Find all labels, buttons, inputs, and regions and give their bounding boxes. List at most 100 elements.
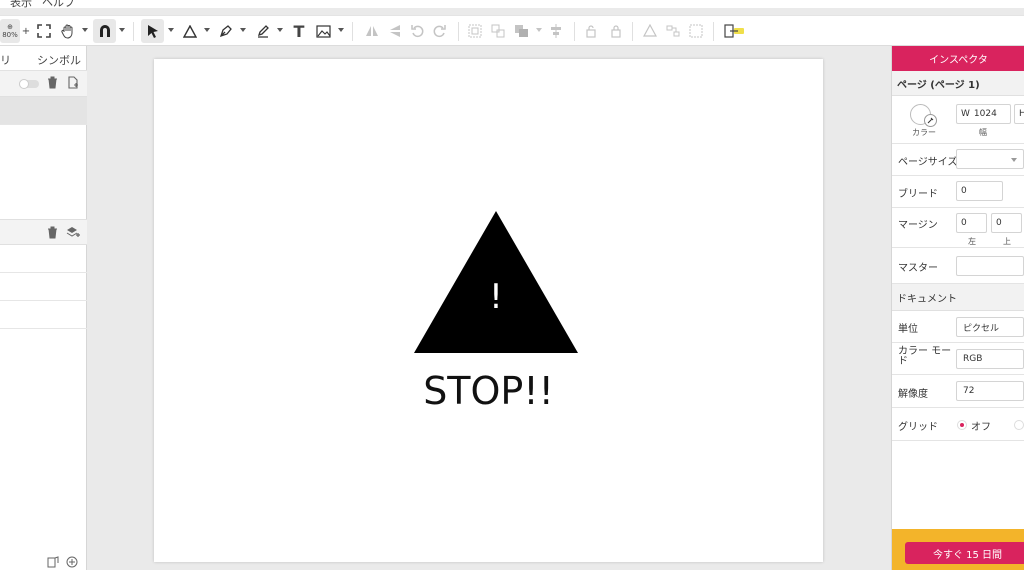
image-tool-icon[interactable]	[313, 21, 333, 41]
bleed-row: ブリード 0	[892, 176, 1024, 208]
boolean-icon[interactable]	[640, 21, 660, 41]
unit-select[interactable]: ピクセル	[956, 317, 1024, 337]
magnet-icon[interactable]	[93, 21, 116, 41]
snap-dropdown[interactable]	[119, 28, 125, 32]
width-value: 1024	[973, 109, 997, 119]
width-caption: 幅	[979, 128, 987, 137]
export-icon[interactable]	[722, 21, 748, 41]
canvas-page[interactable]: ! STOP!!	[154, 59, 823, 562]
grid-off-radio[interactable]	[957, 420, 967, 430]
tab-symbol[interactable]: シンボル	[37, 52, 81, 68]
select-arrow-icon[interactable]	[141, 21, 164, 41]
unlock-icon[interactable]	[605, 21, 625, 41]
color-mode-row: カラー モード RGB	[892, 343, 1024, 375]
tab-inspector[interactable]: インスペクタ	[892, 46, 1024, 71]
layer-item[interactable]	[0, 301, 87, 329]
page-size-label: ページサイズ	[898, 157, 958, 168]
fit-screen-icon[interactable]	[34, 21, 54, 41]
select-dropdown[interactable]	[168, 28, 174, 32]
ungroup-icon[interactable]	[488, 21, 508, 41]
page-list-toolbar	[0, 71, 87, 97]
rotate-right-icon[interactable]	[430, 21, 450, 41]
flip-horizontal-icon[interactable]	[362, 21, 382, 41]
rotate-left-icon[interactable]	[407, 21, 427, 41]
zoom-icon: ⊕	[7, 23, 13, 31]
toolbar-separator	[133, 22, 134, 41]
toolbar-separator	[458, 22, 459, 41]
master-row: マスター	[892, 248, 1024, 284]
add-layer-icon[interactable]	[66, 226, 80, 242]
pencil-tool-icon[interactable]	[253, 21, 273, 41]
page-height-field[interactable]: H	[1014, 104, 1024, 124]
color-mode-select[interactable]: RGB	[956, 349, 1024, 369]
warning-exclaim: !	[489, 277, 503, 317]
toolbar-separator	[713, 22, 714, 41]
bleed-input[interactable]: 0	[956, 181, 1003, 201]
trial-button[interactable]: 今すぐ 15 日間	[905, 542, 1024, 564]
master-select[interactable]	[956, 256, 1024, 276]
shape-triangle-icon[interactable]	[180, 21, 200, 41]
menu-help[interactable]: ヘルプ	[42, 0, 75, 10]
resolution-label: 解像度	[898, 389, 928, 400]
arrange-icon[interactable]	[511, 21, 531, 41]
toolbar-separator	[632, 22, 633, 41]
page-size-row: ページサイズ	[892, 144, 1024, 176]
grid-on-radio[interactable]	[1014, 420, 1024, 430]
pen-dropdown[interactable]	[240, 28, 246, 32]
layer-list-toolbar	[0, 219, 87, 245]
arrange-dropdown[interactable]	[536, 28, 542, 32]
zoom-button[interactable]: ⊕ 80%	[0, 20, 20, 42]
text-tool-icon[interactable]: T	[289, 21, 309, 41]
hand-tool-dropdown[interactable]	[82, 28, 88, 32]
pencil-dropdown[interactable]	[277, 28, 283, 32]
add-circle-icon[interactable]	[66, 556, 78, 570]
visibility-toggle[interactable]	[19, 79, 39, 89]
hand-tool-icon[interactable]	[58, 21, 78, 41]
document-section-header: ドキュメント	[892, 284, 1024, 311]
mask-icon[interactable]	[686, 21, 706, 41]
resolution-row: 解像度 72	[892, 375, 1024, 408]
flip-vertical-icon[interactable]	[385, 21, 405, 41]
width-prefix: W	[961, 109, 970, 119]
margin-left-input[interactable]: 0	[956, 213, 987, 233]
zoom-in-button[interactable]: +	[21, 21, 31, 41]
color-caption: カラー	[912, 128, 936, 137]
tab-library[interactable]: リ	[0, 52, 11, 68]
align-icon[interactable]	[546, 21, 566, 41]
page-width-field[interactable]: W 1024	[956, 104, 1011, 124]
lock-icon[interactable]	[582, 21, 602, 41]
left-panel-tabs: リ シンボル	[0, 46, 87, 71]
page-color-size-row: カラー W 1024 幅 H	[892, 96, 1024, 144]
resolution-input[interactable]: 72	[956, 381, 1024, 401]
bleed-label: ブリード	[898, 189, 938, 200]
add-symbol-icon[interactable]	[47, 556, 60, 570]
delete-page-icon[interactable]	[47, 76, 58, 92]
unit-label: 単位	[898, 324, 918, 335]
page-size-select[interactable]	[956, 149, 1024, 169]
trial-banner: 今すぐ 15 日間	[892, 529, 1024, 570]
master-label: マスター	[898, 263, 938, 274]
path-ops-icon[interactable]	[663, 21, 683, 41]
margin-top-input[interactable]: 0	[991, 213, 1022, 233]
menu-view[interactable]: 表示	[10, 0, 32, 10]
delete-layer-icon[interactable]	[47, 226, 58, 242]
layer-item[interactable]	[0, 245, 87, 273]
menu-bar: 表示 ヘルプ	[0, 0, 1024, 10]
add-page-icon[interactable]	[67, 76, 79, 92]
color-mode-label: カラー モード	[898, 346, 952, 367]
page-list-item-selected[interactable]	[0, 97, 87, 125]
shape-dropdown[interactable]	[204, 28, 210, 32]
toolbar: ⊕ 80% + T	[0, 15, 1024, 46]
zoom-level: 80%	[2, 31, 18, 39]
unit-row: 単位 ピクセル	[892, 311, 1024, 343]
pen-tool-icon[interactable]	[216, 21, 236, 41]
stop-text[interactable]: STOP!!	[154, 369, 823, 413]
group-icon[interactable]	[465, 21, 485, 41]
layer-item[interactable]	[0, 273, 87, 301]
eyedropper-icon[interactable]	[924, 114, 937, 127]
margin-row: マージン 0 0 左 上	[892, 208, 1024, 248]
image-dropdown[interactable]	[338, 28, 344, 32]
left-panel: リ シンボル	[0, 46, 87, 570]
toolbar-separator	[352, 22, 353, 41]
grid-label: グリッド	[898, 422, 938, 433]
